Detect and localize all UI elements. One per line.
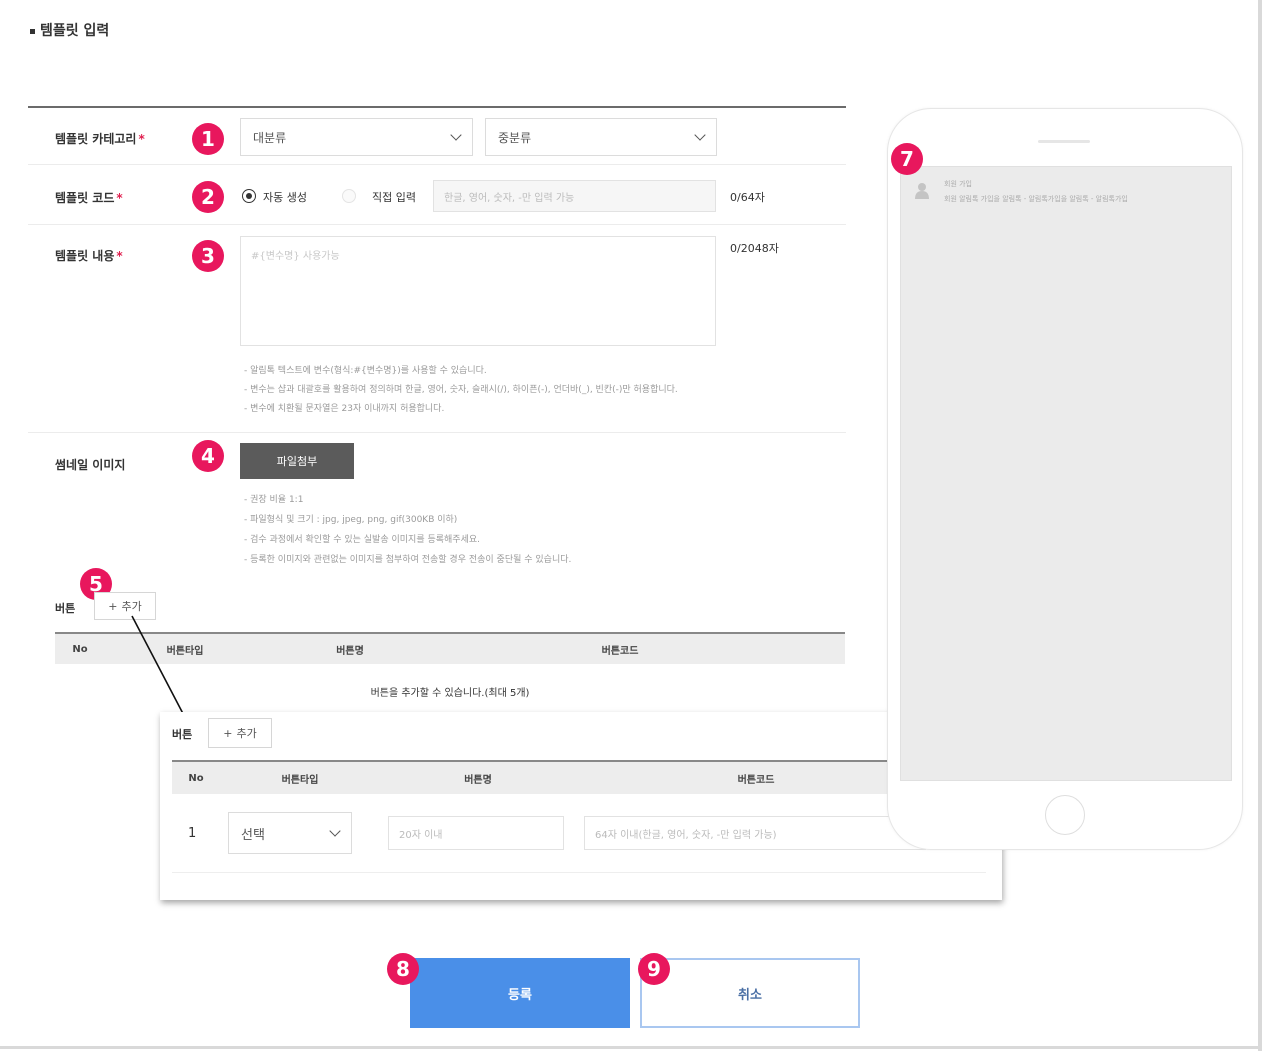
content-note: - 알림톡 텍스트에 변수(형식:#{변수명})를 사용할 수 있습니다. (244, 366, 487, 376)
column-button-code: 버튼코드 (737, 774, 775, 786)
window-border-right (1258, 0, 1262, 1051)
chevron-down-icon (329, 825, 341, 837)
phone-speaker (1038, 140, 1090, 143)
plus-icon: + (223, 726, 233, 740)
buttons-label: 버튼 (55, 602, 76, 615)
content-note: - 변수에 치환될 문자열은 23자 이내까지 허용합니다. (244, 404, 445, 414)
code-label: 템플릿 코드 * (55, 189, 123, 206)
middle-category-select[interactable]: 중분류 (485, 118, 717, 156)
row-divider (28, 224, 846, 225)
content-notes: - 알림톡 텍스트에 변수(형식:#{변수명})를 사용할 수 있습니다. - … (244, 362, 678, 419)
marker-2: 2 (192, 181, 224, 213)
button-name-input[interactable]: 20자 이내 (388, 816, 564, 850)
button-code-input[interactable]: 64자 이내(한글, 영어, 숫자, -만 입력 가능) (584, 816, 926, 850)
column-no: No (188, 772, 204, 784)
button-type-value: 선택 (241, 827, 265, 843)
preview-message: 회원 알림톡 가입을 알림톡 - 알림톡가입을 알림톡 - 알림톡가입 (944, 195, 1128, 203)
thumbnail-note: - 파일형식 및 크기 : jpg, jpeg, png, gif(300KB … (244, 515, 458, 525)
row-divider (28, 432, 846, 433)
popup-add-button[interactable]: + 추가 (208, 718, 272, 748)
page-title: 템플릿 입력 (30, 20, 109, 40)
marker-4: 4 (192, 440, 224, 472)
popup-table-header: No 버튼타입 버튼명 버튼코드 (172, 760, 986, 794)
phone-preview-screen (900, 166, 1232, 781)
marker-1: 1 (192, 123, 224, 155)
template-content-textarea[interactable]: #{변수명} 사용가능 (240, 236, 716, 346)
middle-category-value: 중분류 (498, 130, 532, 145)
popup-add-label: 추가 (236, 727, 257, 740)
popup-row-divider (172, 872, 986, 873)
phone-home-button (1045, 795, 1085, 835)
marker-3: 3 (192, 240, 224, 272)
major-category-select[interactable]: 대분류 (240, 118, 473, 156)
column-no: No (72, 643, 88, 655)
content-label-text: 템플릿 내용 (55, 249, 115, 263)
thumbnail-note: - 검수 과정에서 확인할 수 있는 실발송 이미지를 등록해주세요. (244, 535, 480, 545)
column-button-name: 버튼명 (336, 645, 364, 657)
manual-input-label[interactable]: 직접 입력 (372, 189, 416, 205)
code-label-text: 템플릿 코드 (55, 191, 115, 205)
cancel-button[interactable]: 취소 (640, 958, 860, 1028)
column-button-name: 버튼명 (464, 774, 492, 786)
required-mark: * (116, 249, 123, 263)
chevron-down-icon (694, 129, 706, 141)
thumbnail-note: - 권장 비율 1:1 (244, 495, 304, 505)
window-border-bottom (0, 1046, 1262, 1049)
thumbnail-notes: - 권장 비율 1:1 - 파일형식 및 크기 : jpg, jpeg, png… (244, 490, 571, 570)
submit-button[interactable]: 등록 (410, 958, 630, 1028)
user-avatar-icon (915, 183, 929, 199)
content-note: - 변수는 샵과 대괄호를 활용하여 정의하며 한글, 영어, 숫자, 슬래시(… (244, 385, 678, 395)
required-mark: * (138, 132, 145, 146)
button-type-select[interactable]: 선택 (228, 812, 352, 854)
category-label: 템플릿 카테고리 * (55, 130, 145, 147)
auto-generate-radio[interactable] (242, 189, 256, 203)
form-top-divider (28, 106, 846, 108)
content-char-counter: 0/2048자 (730, 242, 779, 255)
plus-icon: + (108, 599, 118, 613)
chevron-down-icon (450, 129, 462, 141)
thumbnail-label: 썸네일 이미지 (55, 458, 126, 472)
auto-generate-label[interactable]: 자동 생성 (263, 189, 307, 205)
preview-sender-name: 회원 가입 (944, 180, 972, 188)
marker-7: 7 (891, 143, 923, 175)
content-label: 템플릿 내용 * (55, 247, 123, 264)
file-attach-button[interactable]: 파일첨부 (240, 443, 354, 479)
row-divider (28, 164, 846, 165)
manual-input-radio[interactable] (342, 189, 356, 203)
template-code-input[interactable]: 한글, 영어, 숫자, -만 입력 가능 (433, 180, 716, 212)
marker-9: 9 (638, 953, 670, 985)
code-char-counter: 0/64자 (730, 191, 765, 204)
row-number: 1 (188, 826, 197, 841)
marker-8: 8 (387, 953, 419, 985)
required-mark: * (116, 191, 123, 205)
page-title-text: 템플릿 입력 (40, 23, 110, 39)
category-label-text: 템플릿 카테고리 (55, 132, 137, 146)
column-button-code: 버튼코드 (601, 645, 639, 657)
column-button-type: 버튼타입 (281, 774, 319, 786)
thumbnail-note: - 등록한 이미지와 관련없는 이미지를 첨부하여 전송할 경우 전송이 중단될… (244, 555, 572, 565)
major-category-value: 대분류 (253, 130, 287, 145)
title-bullet-icon (30, 28, 35, 34)
button-row-detail-popup: 버튼 + 추가 No 버튼타입 버튼명 버튼코드 1 선택 20자 이내 64자 … (160, 712, 1002, 900)
popup-buttons-label: 버튼 (172, 728, 193, 741)
